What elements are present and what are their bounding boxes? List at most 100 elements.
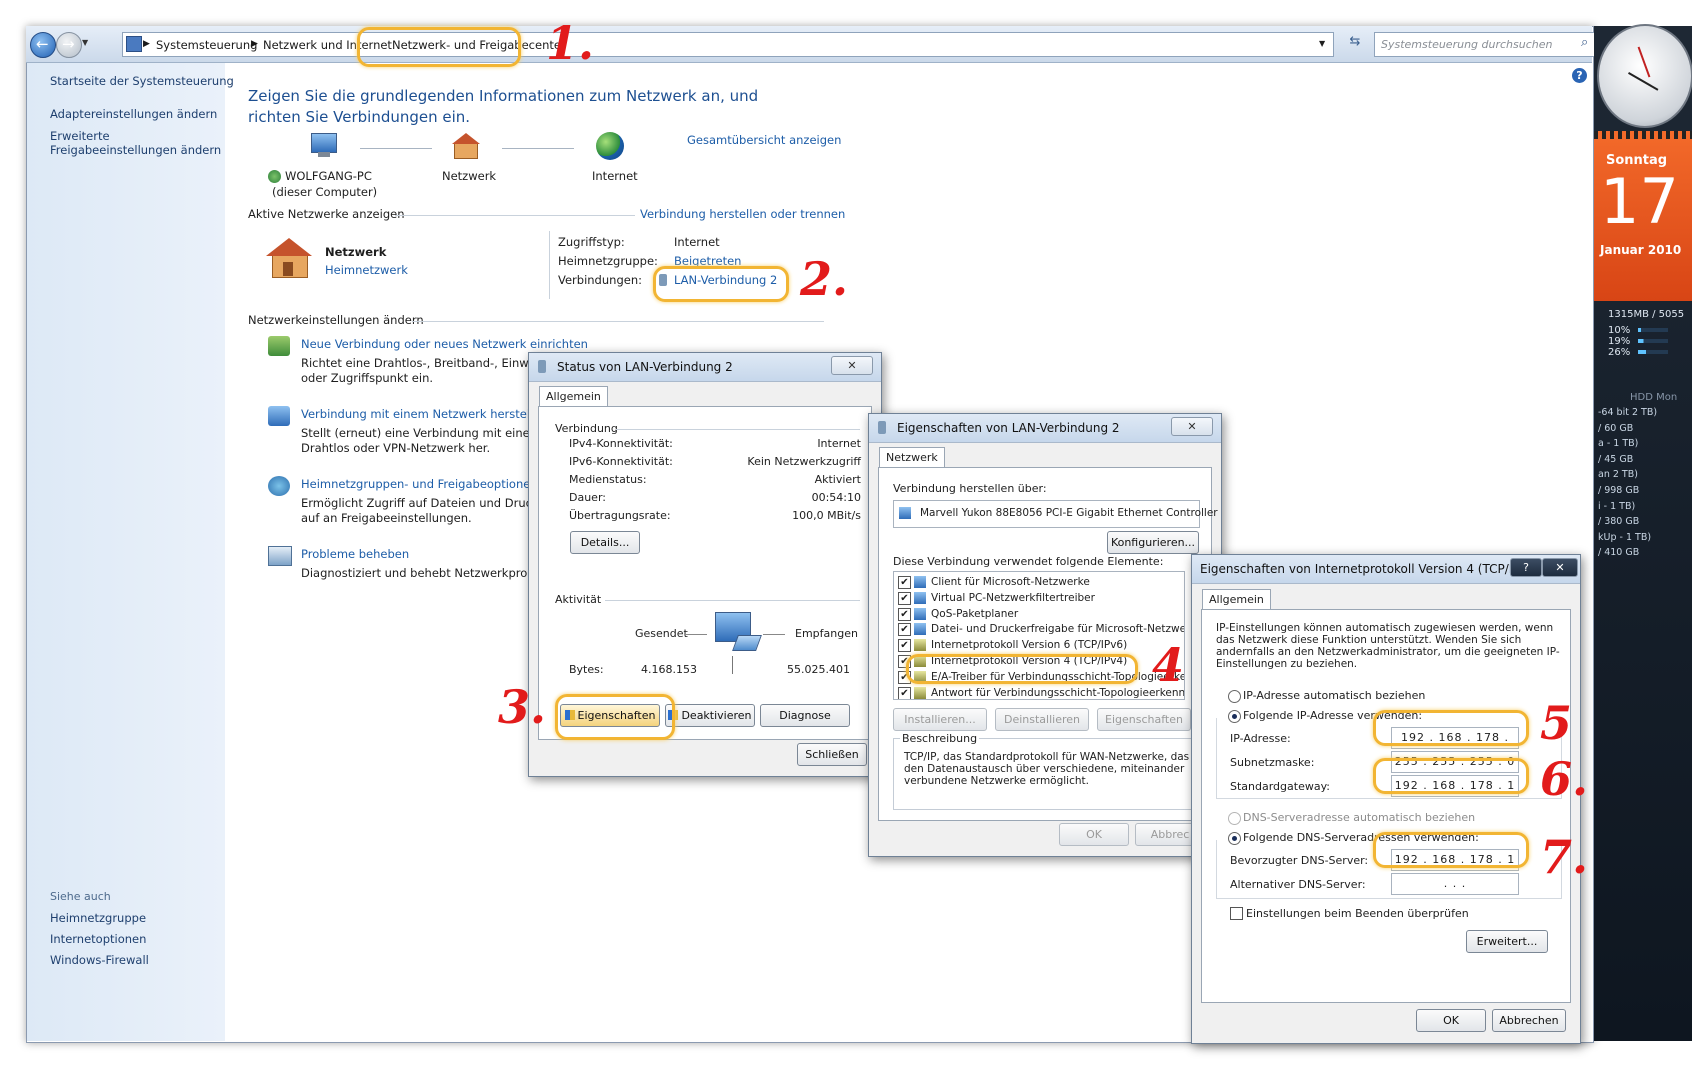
back-button[interactable]: ← — [30, 32, 56, 58]
link-control-panel-home[interactable]: Startseite der Systemsteuerung — [50, 74, 234, 88]
divider — [763, 634, 785, 635]
component-item[interactable]: ✔ Client für Microsoft-Netzwerke — [894, 575, 1184, 590]
component-checkbox[interactable]: ✔ — [898, 576, 911, 589]
link-internet-options[interactable]: Internetoptionen — [50, 932, 146, 946]
ipv4-dialog-titlebar[interactable]: Eigenschaften von Internetprotokoll Vers… — [1192, 555, 1580, 584]
annotation-4: 4 — [1152, 638, 1185, 692]
lan-properties-dialog: Eigenschaften von LAN-Verbindung 2 ✕ Net… — [868, 413, 1222, 857]
component-item[interactable]: ✔ Internetprotokoll Version 6 (TCP/IPv6) — [894, 638, 1184, 653]
hdd-entry: / 380 GB — [1598, 516, 1640, 528]
help-icon[interactable]: ? — [1572, 68, 1587, 83]
tab-general[interactable]: Allgemein — [539, 386, 608, 406]
cpu-bar — [1638, 339, 1668, 343]
component-label: Datei- und Druckerfreigabe für Microsoft… — [931, 623, 1185, 636]
status-dialog-titlebar[interactable]: Status von LAN-Verbindung 2 ✕ — [529, 353, 881, 382]
ok-button[interactable]: OK — [1059, 823, 1129, 846]
auto-dns-label: DNS-Serveradresse automatisch beziehen — [1243, 811, 1476, 824]
address-dropdown-icon[interactable]: ▼ — [1319, 39, 1325, 48]
configure-button[interactable]: Konfigurieren... — [1107, 531, 1199, 554]
component-checkbox[interactable]: ✔ — [898, 639, 911, 653]
disable-button[interactable]: Deaktivieren — [665, 704, 755, 727]
divider — [412, 321, 824, 322]
diagnose-button[interactable]: Diagnose — [760, 704, 850, 727]
network-client-icon — [914, 576, 926, 588]
history-dropdown-icon[interactable]: ▼ — [82, 38, 88, 47]
connections-label: Verbindungen: — [558, 273, 642, 287]
chevron-right-icon: ▶ — [251, 39, 258, 49]
ok-button[interactable]: OK — [1416, 1009, 1486, 1032]
highlight-breadcrumb — [357, 27, 521, 67]
cancel-button[interactable]: Abbrechen — [1492, 1009, 1566, 1032]
new-connection-icon — [268, 336, 290, 356]
link-connect-disconnect[interactable]: Verbindung herstellen oder trennen — [640, 207, 845, 221]
clock-gadget[interactable] — [1597, 24, 1692, 128]
component-checkbox[interactable]: ✔ — [898, 591, 911, 605]
network-adapter-icon — [899, 507, 911, 519]
close-icon[interactable]: ✕ — [1171, 417, 1213, 436]
arrow-left-icon: ← — [36, 35, 49, 53]
connect-using-label: Verbindung herstellen über: — [893, 482, 1047, 495]
status-row-label: Medienstatus: — [569, 473, 647, 486]
component-item[interactable]: ✔ Datei- und Druckerfreigabe für Microsof… — [894, 622, 1184, 637]
protocol-icon — [914, 686, 926, 699]
bytes-received: 55.025.401 — [787, 663, 850, 676]
component-checkbox[interactable]: ✔ — [898, 686, 911, 699]
status-row-label: IPv6-Konnektivität: — [569, 455, 673, 468]
auto-dns-radio[interactable] — [1228, 812, 1241, 825]
hdd-entry: / 998 GB — [1598, 485, 1640, 496]
help-button[interactable]: ? — [1510, 558, 1542, 577]
component-item[interactable]: ✔ Antwort für Verbindungsschicht-Topologi… — [894, 686, 1184, 699]
hdd-entry: / 60 GB — [1598, 422, 1634, 434]
link-windows-firewall[interactable]: Windows-Firewall — [50, 953, 149, 967]
status-row-label: IPv4-Konnektivität: — [569, 437, 673, 450]
link-adapter-settings[interactable]: Adaptereinstellungen ändern — [50, 107, 217, 121]
received-label: Empfangen — [795, 627, 858, 640]
troubleshoot-icon — [268, 546, 292, 566]
home-network-icon — [266, 238, 312, 278]
lan-properties-titlebar[interactable]: Eigenschaften von LAN-Verbindung 2 ✕ — [869, 414, 1221, 443]
advanced-button[interactable]: Erweitert... — [1466, 930, 1548, 953]
component-checkbox[interactable]: ✔ — [898, 623, 911, 637]
search-icon[interactable]: ⌕ — [1581, 35, 1588, 50]
close-icon[interactable]: ✕ — [831, 356, 873, 375]
task-connect-network[interactable]: Verbindung mit einem Netzwerk herstellen — [301, 407, 548, 421]
component-item[interactable]: ✔ Virtual PC-Netzwerkfiltertreiber — [894, 591, 1184, 606]
install-button[interactable]: Installieren... — [893, 708, 987, 731]
address-field[interactable]: ▶ Systemsteuerung ▶ Netzwerk und Interne… — [122, 32, 1334, 57]
hdd-entry: a - 1 TB) — [1598, 438, 1639, 450]
see-also-label: Siehe auch — [50, 890, 111, 903]
map-network-label: Netzwerk — [442, 169, 497, 183]
divider — [549, 231, 550, 299]
memory-usage: 1315MB / 5055 — [1608, 309, 1685, 320]
validate-checkbox[interactable] — [1230, 907, 1243, 920]
details-button[interactable]: Details... — [570, 531, 640, 554]
link-full-map[interactable]: Gesamtübersicht anzeigen — [687, 133, 841, 147]
refresh-icon[interactable]: ⇆ — [1344, 34, 1366, 54]
close-button[interactable]: Schließen — [797, 743, 867, 766]
link-homegroup[interactable]: Heimnetzgruppe — [50, 911, 146, 925]
search-field[interactable]: Systemsteuerung durchsuchen ⌕ — [1374, 32, 1602, 57]
forward-button[interactable]: → — [56, 32, 82, 58]
map-internet-label: Internet — [592, 169, 638, 183]
cpu-bar — [1638, 328, 1668, 332]
close-icon[interactable]: ✕ — [1542, 558, 1578, 577]
tab-network[interactable]: Netzwerk — [879, 447, 945, 467]
item-properties-button[interactable]: Eigenschaften — [1097, 708, 1191, 731]
active-network-type[interactable]: Heimnetzwerk — [325, 263, 408, 277]
breadcrumb-control-panel[interactable]: Systemsteuerung — [156, 38, 257, 52]
ethernet-icon — [878, 421, 886, 434]
alternate-dns-field[interactable]: . . . — [1391, 873, 1519, 895]
address-bar-area: ← → ▼ ▶ Systemsteuerung ▶ Netzwerk und I… — [26, 26, 1602, 63]
component-checkbox[interactable]: ✔ — [898, 607, 911, 621]
component-item[interactable]: ✔ QoS-Paketplaner — [894, 607, 1184, 622]
task-troubleshoot-desc: Diagnostiziert und behebt Netzwerkproble… — [301, 566, 563, 580]
uninstall-button[interactable]: Deinstallieren — [995, 708, 1089, 731]
access-type-label: Zugriffstyp: — [558, 235, 625, 249]
cpu-2: 19% — [1608, 336, 1631, 347]
auto-ip-radio[interactable] — [1228, 690, 1241, 703]
link-advanced-sharing[interactable]: Erweiterte Freigabeeinstellungen ändern — [50, 129, 221, 157]
tab-general[interactable]: Allgemein — [1202, 589, 1271, 609]
calendar-gadget[interactable]: Sonntag 17 Januar 2010 — [1594, 131, 1692, 301]
task-troubleshoot[interactable]: Probleme beheben — [301, 547, 409, 561]
task-new-connection[interactable]: Neue Verbindung oder neues Netzwerk einr… — [301, 337, 588, 351]
